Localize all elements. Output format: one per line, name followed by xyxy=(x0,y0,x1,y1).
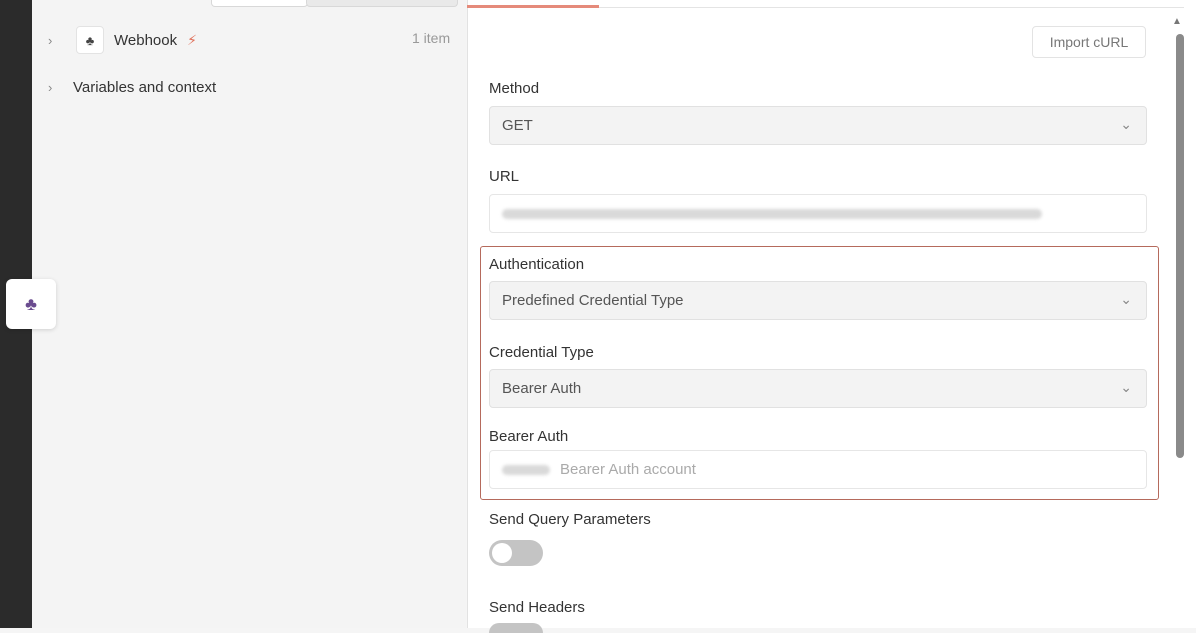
bearer-auth-label: Bearer Auth xyxy=(489,428,569,445)
divider xyxy=(599,7,1184,8)
chevron-right-icon[interactable]: › xyxy=(48,33,62,48)
authentication-select[interactable]: Predefined Credential Type ⌄ xyxy=(489,281,1147,320)
webhook-icon: ♣ xyxy=(76,26,104,54)
method-select[interactable]: GET ⌄ xyxy=(489,106,1147,145)
authentication-label: Authentication xyxy=(489,256,585,273)
chevron-down-icon: ⌄ xyxy=(1120,116,1132,132)
panel-tab[interactable] xyxy=(211,0,308,7)
tree-item-label: Variables and context xyxy=(73,79,217,96)
chevron-down-icon: ⌄ xyxy=(1120,379,1132,395)
url-label: URL xyxy=(489,168,520,185)
authentication-value: Predefined Credential Type xyxy=(502,292,684,309)
scrollbar-thumb[interactable] xyxy=(1176,34,1184,458)
chevron-down-icon: ⌄ xyxy=(1120,291,1132,307)
tree-item-webhook[interactable]: › ♣ Webhook ⚡︎ xyxy=(48,26,197,54)
import-curl-button[interactable]: Import cURL xyxy=(1032,26,1146,58)
bearer-auth-value: Bearer Auth account xyxy=(560,461,696,478)
tree-item-variables[interactable]: › Variables and context xyxy=(48,79,216,96)
scroll-up-arrow[interactable]: ▲ xyxy=(1172,16,1182,27)
webhook-icon: ♣ xyxy=(25,293,37,314)
chevron-right-icon[interactable]: › xyxy=(48,80,62,95)
send-query-parameters-toggle[interactable] xyxy=(489,540,543,566)
redacted-owner xyxy=(502,464,550,475)
send-query-parameters-label: Send Query Parameters xyxy=(489,511,651,528)
webhook-node-button[interactable]: ♣ xyxy=(6,279,56,329)
lightning-icon: ⚡︎ xyxy=(187,31,197,48)
toggle-knob xyxy=(492,543,512,563)
method-value: GET xyxy=(502,117,533,134)
url-input[interactable] xyxy=(489,194,1147,233)
active-tab-indicator xyxy=(467,5,599,8)
credential-type-select[interactable]: Bearer Auth ⌄ xyxy=(489,369,1147,408)
send-headers-toggle[interactable] xyxy=(489,623,543,633)
redacted-url xyxy=(502,208,1042,219)
tree-item-label: Webhook xyxy=(114,31,178,49)
credential-type-value: Bearer Auth xyxy=(502,380,582,397)
credential-type-label: Credential Type xyxy=(489,344,594,361)
method-label: Method xyxy=(489,80,540,97)
panel-tab[interactable] xyxy=(306,0,458,7)
bearer-auth-select[interactable]: Bearer Auth account xyxy=(489,450,1147,489)
item-count: 1 item xyxy=(412,30,451,46)
send-headers-label: Send Headers xyxy=(489,599,585,616)
